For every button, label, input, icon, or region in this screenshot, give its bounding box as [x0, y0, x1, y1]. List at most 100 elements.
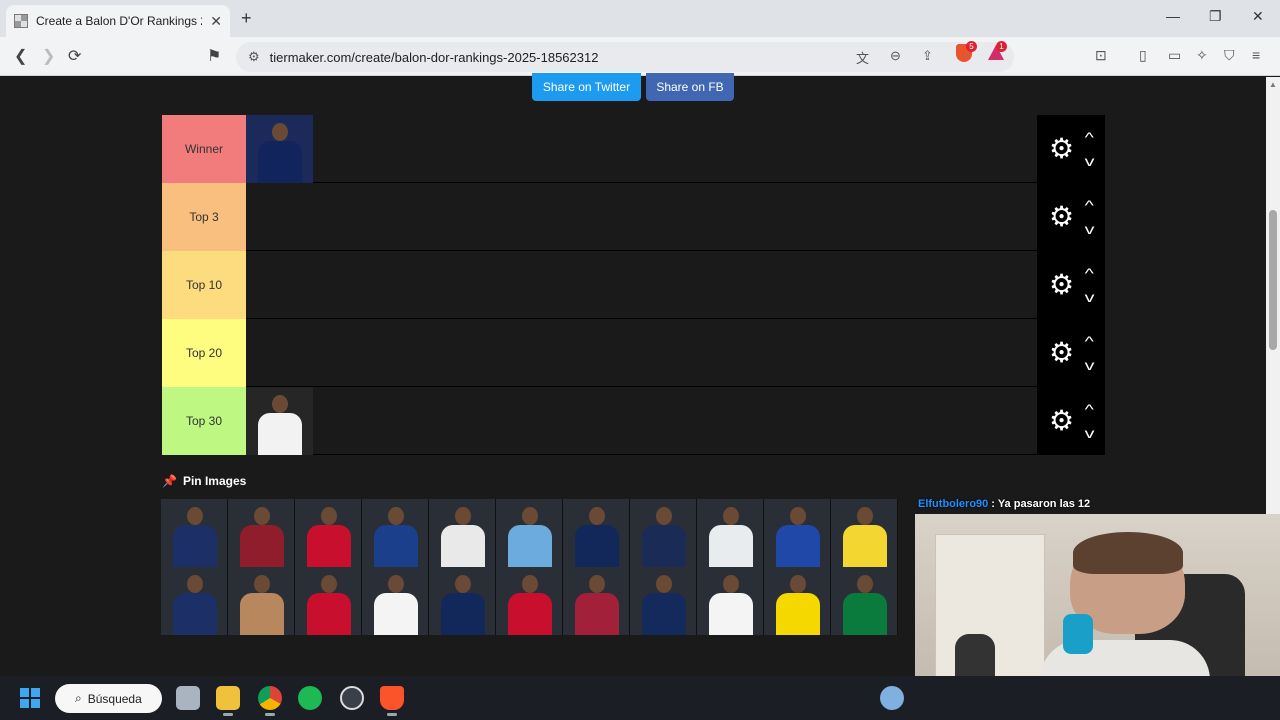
tier-list: Winner ⚙ ^ v Top 3 ⚙ ^ v Top 10 ⚙ ^ v Top 2… — [162, 115, 1105, 455]
player-image[interactable] — [161, 499, 228, 567]
gear-icon[interactable]: ⚙ — [1049, 407, 1074, 435]
spotify-icon[interactable] — [298, 686, 322, 710]
player-image[interactable] — [295, 567, 362, 635]
player-image[interactable] — [764, 499, 831, 567]
leo-ai-icon[interactable]: ✧ — [1196, 47, 1208, 64]
share-icon[interactable]: ⇪ — [922, 48, 933, 64]
tier-label[interactable]: Winner — [162, 115, 246, 183]
tier-controls: ⚙ ^ v — [1037, 115, 1105, 183]
bookmark-icon[interactable]: ⚑ — [207, 46, 221, 66]
minimize-icon[interactable]: — — [1166, 8, 1180, 24]
move-down-icon[interactable]: v — [1085, 221, 1095, 237]
player-image[interactable] — [362, 567, 429, 635]
move-up-icon[interactable]: ^ — [1085, 401, 1094, 417]
pin-images-toggle[interactable]: 📌 Pin Images — [162, 474, 246, 488]
site-settings-icon[interactable]: ⚙ — [248, 49, 260, 65]
shield-count-badge: 5 — [966, 41, 977, 52]
move-up-icon[interactable]: ^ — [1085, 333, 1094, 349]
new-tab-button[interactable]: + — [241, 8, 252, 29]
sidebar-icon[interactable]: ▯ — [1139, 47, 1147, 64]
move-up-icon[interactable]: ^ — [1085, 197, 1094, 213]
zoom-icon[interactable]: ⊖ — [890, 48, 901, 64]
gear-icon[interactable]: ⚙ — [1049, 135, 1074, 163]
menu-icon[interactable]: ≡ — [1252, 47, 1260, 63]
player-image[interactable] — [246, 115, 313, 183]
taskbar-search[interactable]: ⌕ Búsqueda — [55, 684, 162, 713]
move-down-icon[interactable]: v — [1085, 289, 1095, 305]
search-icon: ⌕ — [75, 691, 82, 705]
tiermaker-favicon-icon — [14, 14, 28, 28]
restore-icon[interactable]: ❐ — [1209, 8, 1222, 25]
move-down-icon[interactable]: v — [1085, 357, 1095, 373]
player-image[interactable] — [496, 567, 563, 635]
move-up-icon[interactable]: ^ — [1085, 265, 1094, 281]
tier-items[interactable] — [246, 251, 1105, 318]
task-view-icon[interactable] — [176, 686, 200, 710]
player-image[interactable] — [630, 567, 697, 635]
tier-row-top20: Top 20 ⚙ ^ v — [162, 319, 1105, 387]
player-image[interactable] — [246, 387, 313, 455]
player-image[interactable] — [697, 567, 764, 635]
reader-mode-icon[interactable]: ⊡ — [1095, 47, 1107, 64]
tier-row-top10: Top 10 ⚙ ^ v — [162, 251, 1105, 319]
player-image[interactable] — [563, 567, 630, 635]
player-image[interactable] — [161, 567, 228, 635]
tier-label[interactable]: Top 30 — [162, 387, 246, 455]
wallet-icon[interactable]: ▭ — [1168, 47, 1181, 64]
close-window-icon[interactable]: ✕ — [1252, 8, 1264, 25]
chrome-icon[interactable] — [258, 686, 282, 716]
gear-icon[interactable]: ⚙ — [1049, 203, 1074, 231]
player-image[interactable] — [563, 499, 630, 567]
address-bar[interactable]: ⚙ tiermaker.com/create/balon-dor-ranking… — [236, 42, 1014, 72]
obs-icon[interactable] — [340, 686, 364, 710]
tier-items[interactable] — [246, 183, 1105, 250]
player-image[interactable] — [228, 499, 295, 567]
player-image[interactable] — [764, 567, 831, 635]
player-image[interactable] — [429, 499, 496, 567]
tier-items[interactable] — [246, 387, 1105, 455]
tier-controls: ⚙ ^ v — [1037, 251, 1105, 319]
gear-icon[interactable]: ⚙ — [1049, 271, 1074, 299]
share-twitter-button[interactable]: Share on Twitter — [532, 73, 641, 101]
forward-icon[interactable]: ❯ — [42, 46, 55, 66]
player-image[interactable] — [429, 567, 496, 635]
scrollbar-thumb[interactable] — [1269, 210, 1277, 350]
scroll-up-icon[interactable]: ▲ — [1269, 80, 1277, 89]
weather-icon[interactable] — [880, 686, 904, 710]
browser-tab[interactable]: Create a Balon D'Or Rankings 20 ✕ — [6, 5, 230, 37]
tier-label[interactable]: Top 10 — [162, 251, 246, 319]
chat-text: : Ya pasaron las 12 — [991, 498, 1091, 510]
pin-icon: 📌 — [162, 474, 177, 488]
gear-icon[interactable]: ⚙ — [1049, 339, 1074, 367]
player-image[interactable] — [630, 499, 697, 567]
share-fb-button[interactable]: Share on FB — [646, 73, 734, 101]
tier-label[interactable]: Top 3 — [162, 183, 246, 251]
tier-label[interactable]: Top 20 — [162, 319, 246, 387]
player-image[interactable] — [496, 499, 563, 567]
player-image[interactable] — [228, 567, 295, 635]
player-image[interactable] — [697, 499, 764, 567]
translate-icon[interactable]: 文 — [856, 48, 869, 67]
move-down-icon[interactable]: v — [1085, 153, 1095, 169]
vpn-icon[interactable]: ⛉ — [1224, 47, 1235, 64]
tab-close-icon[interactable]: ✕ — [210, 13, 222, 30]
reload-icon[interactable]: ⟳ — [68, 46, 81, 66]
tab-title: Create a Balon D'Or Rankings 20 — [36, 14, 203, 28]
address-toolbar: ❮ ❯ ⟳ ⚑ ⚙ tiermaker.com/create/balon-dor… — [0, 37, 1280, 76]
player-image[interactable] — [295, 499, 362, 567]
player-image[interactable] — [831, 499, 898, 567]
tier-items[interactable] — [246, 115, 1105, 183]
brave-icon[interactable] — [380, 686, 404, 716]
tier-row-winner: Winner ⚙ ^ v — [162, 115, 1105, 183]
windows-start-icon[interactable] — [20, 688, 40, 708]
player-image[interactable] — [831, 567, 898, 635]
move-down-icon[interactable]: v — [1085, 425, 1095, 441]
url-text[interactable]: tiermaker.com/create/balon-dor-rankings-… — [270, 50, 599, 65]
back-icon[interactable]: ❮ — [14, 46, 27, 66]
browser-titlebar: Create a Balon D'Or Rankings 20 ✕ + — ❐ … — [0, 0, 1280, 37]
move-up-icon[interactable]: ^ — [1085, 129, 1094, 145]
tier-items[interactable] — [246, 319, 1105, 386]
player-image[interactable] — [362, 499, 429, 567]
file-explorer-icon[interactable] — [216, 686, 240, 716]
tier-controls: ⚙ ^ v — [1037, 319, 1105, 387]
